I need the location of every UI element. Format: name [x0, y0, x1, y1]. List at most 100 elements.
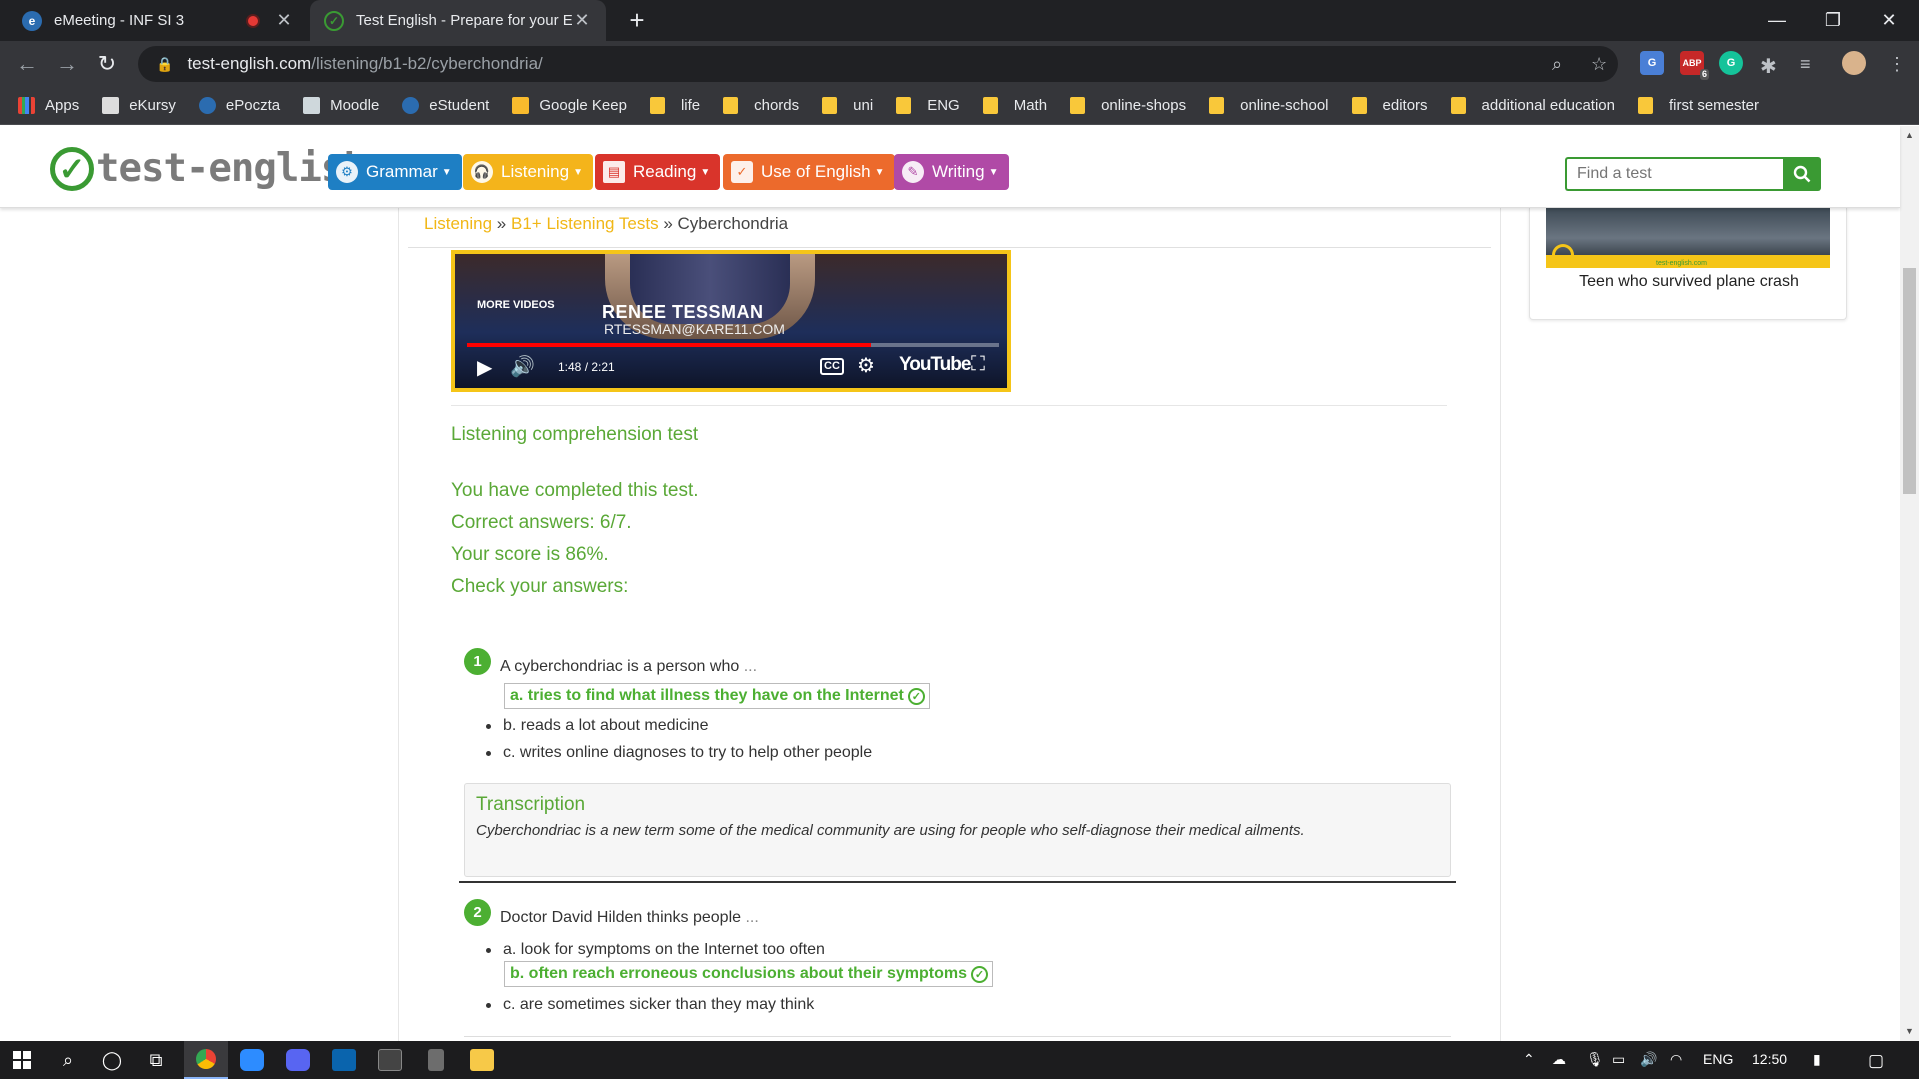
- nav-writing[interactable]: ✎ Writing ▼: [894, 154, 1009, 190]
- nav-listening[interactable]: 🎧 Listening ▼: [463, 154, 593, 190]
- bookmark-star-icon[interactable]: ☆: [1591, 54, 1607, 75]
- minimize-button[interactable]: —: [1749, 0, 1805, 41]
- onedrive-icon[interactable]: ☁: [1552, 1051, 1566, 1068]
- search-input[interactable]: [1565, 157, 1784, 191]
- close-icon[interactable]: ✕: [572, 10, 592, 31]
- search-button[interactable]: [1783, 157, 1821, 191]
- bullet-icon: [486, 723, 491, 729]
- question-text: Doctor David Hilden thinks people ...: [500, 909, 759, 927]
- menu-kebab-icon[interactable]: ⋮: [1888, 54, 1906, 75]
- breadcrumb-link-b1-tests[interactable]: B1+ Listening Tests: [511, 214, 659, 233]
- nav-label: Listening: [501, 162, 570, 181]
- bookmark-label: online-school: [1240, 97, 1329, 114]
- url-host: test-english.com: [187, 54, 312, 73]
- close-icon[interactable]: ✕: [274, 10, 294, 31]
- notifications-icon[interactable]: ▢: [1868, 1051, 1884, 1071]
- tab-test-english[interactable]: ✓ Test English - Prepare for your En ✕: [310, 0, 606, 41]
- zoom-icon[interactable]: ⌕: [1552, 54, 1562, 75]
- related-test-card[interactable]: test-english.com Teen who survived plane…: [1529, 208, 1847, 320]
- video-player[interactable]: MORE VIDEOS RENEE TESSMAN RTESSMAN@KARE1…: [451, 250, 1011, 392]
- video-progress-bar[interactable]: [467, 343, 999, 347]
- windows-start-icon[interactable]: [0, 1041, 44, 1079]
- search-icon[interactable]: ⌕: [46, 1041, 90, 1079]
- back-button[interactable]: ←: [12, 49, 42, 79]
- volume-icon[interactable]: 🔊: [1640, 1051, 1657, 1068]
- bookmark-folder-additional-education[interactable]: additional education: [1450, 97, 1615, 114]
- captions-icon[interactable]: CC: [820, 358, 844, 375]
- bookmark-ekursy[interactable]: eKursy: [102, 97, 176, 114]
- restore-button[interactable]: ❐: [1805, 0, 1861, 41]
- grammarly-extension-icon[interactable]: G: [1719, 51, 1743, 75]
- cortana-icon[interactable]: ◯: [90, 1041, 134, 1079]
- bookmark-estudent[interactable]: eStudent: [402, 97, 489, 114]
- terminal-taskbar-icon[interactable]: [368, 1041, 412, 1079]
- battery-icon[interactable]: ▭: [1612, 1051, 1625, 1068]
- epoczta-favicon-icon: [198, 97, 216, 114]
- site-logo[interactable]: ✓ test-english: [50, 146, 367, 191]
- calculator-taskbar-icon[interactable]: [414, 1041, 458, 1079]
- reload-button[interactable]: ↻: [92, 49, 122, 79]
- bookmark-folder-editors[interactable]: editors: [1351, 97, 1428, 114]
- mail-taskbar-icon[interactable]: [322, 1041, 366, 1079]
- page-scrollbar[interactable]: ▲ ▼: [1900, 126, 1919, 1041]
- volume-icon[interactable]: 🔊: [510, 354, 535, 379]
- language-indicator[interactable]: ENG: [1703, 1051, 1733, 1067]
- site-header: ✓ test-english ⚙ Grammar ▼ 🎧 Listening ▼ ▤ Re…: [0, 126, 1900, 208]
- question-number-badge: 2: [464, 899, 491, 926]
- bookmark-folder-chords[interactable]: chords: [723, 97, 799, 114]
- related-test-title[interactable]: Teen who survived plane crash: [1530, 273, 1848, 291]
- new-tab-button[interactable]: +: [622, 5, 652, 35]
- task-view-icon[interactable]: ⧉: [134, 1041, 178, 1079]
- tray-overflow-icon[interactable]: ⌃: [1523, 1051, 1535, 1068]
- file-explorer-taskbar-icon[interactable]: [460, 1041, 504, 1079]
- clock[interactable]: 12:50: [1752, 1051, 1787, 1067]
- wifi-icon[interactable]: ◠: [1670, 1051, 1682, 1068]
- nav-label: Grammar: [366, 162, 438, 181]
- profile-avatar[interactable]: [1842, 51, 1866, 75]
- fullscreen-icon[interactable]: ⛶: [971, 353, 985, 376]
- bookmark-moodle[interactable]: Moodle: [303, 97, 379, 114]
- scroll-up-icon[interactable]: ▲: [1900, 130, 1919, 140]
- adblock-extension-icon[interactable]: ABP 6: [1680, 51, 1709, 80]
- bookmark-folder-life[interactable]: life: [649, 97, 701, 114]
- close-window-button[interactable]: ✕: [1861, 0, 1917, 41]
- bookmark-label: chords: [754, 97, 800, 114]
- bookmark-label: life: [680, 97, 701, 114]
- translate-extension-icon[interactable]: G: [1640, 51, 1664, 75]
- settings-gear-icon[interactable]: ⚙: [857, 353, 875, 378]
- show-desktop-icon[interactable]: ▮: [1813, 1051, 1821, 1068]
- forward-button[interactable]: →: [52, 49, 82, 79]
- address-bar[interactable]: 🔒 test-english.com/listening/b1-b2/cyber…: [138, 46, 1618, 82]
- discord-taskbar-icon[interactable]: [276, 1041, 320, 1079]
- nav-use-of-english[interactable]: ✓ Use of English ▼: [723, 154, 895, 190]
- score-text: Your score is 86%.: [451, 544, 609, 565]
- zoom-taskbar-icon[interactable]: [230, 1041, 274, 1079]
- bookmark-folder-online-shops[interactable]: online-shops: [1070, 97, 1186, 114]
- bookmark-folder-online-school[interactable]: online-school: [1209, 97, 1329, 114]
- extensions-puzzle-icon[interactable]: ✱: [1760, 54, 1777, 79]
- youtube-logo[interactable]: YouTube: [899, 354, 971, 376]
- tab-emeeting[interactable]: e eMeeting - INF SI 3 ✕: [8, 0, 308, 41]
- nav-reading[interactable]: ▤ Reading ▼: [595, 154, 721, 190]
- bookmark-apps[interactable]: Apps: [18, 97, 79, 114]
- folder-icon: [1209, 97, 1225, 114]
- more-videos-button[interactable]: MORE VIDEOS: [477, 299, 555, 311]
- chrome-taskbar-icon[interactable]: [184, 1041, 228, 1079]
- bookmark-google-keep[interactable]: Google Keep: [512, 97, 627, 114]
- bookmark-folder-uni[interactable]: uni: [822, 97, 873, 114]
- video-progress-fill: [467, 343, 872, 347]
- media-control-icon[interactable]: ≡: [1800, 54, 1811, 75]
- answer-option: a. look for symptoms on the Internet too…: [486, 941, 825, 959]
- question-number-badge: 1: [464, 648, 491, 675]
- microphone-icon[interactable]: 🎙: [1586, 1051, 1604, 1068]
- bookmark-folder-math[interactable]: Math: [982, 97, 1047, 114]
- breadcrumb-link-listening[interactable]: Listening: [424, 214, 492, 233]
- scrollbar-thumb[interactable]: [1903, 268, 1916, 494]
- play-icon[interactable]: ▶: [477, 355, 492, 380]
- bookmark-folder-eng[interactable]: ENG: [896, 97, 960, 114]
- check-circle-icon: ✓: [907, 687, 925, 705]
- scroll-down-icon[interactable]: ▼: [1900, 1026, 1919, 1036]
- bookmark-folder-first-semester[interactable]: first semester: [1638, 97, 1759, 114]
- bookmark-epoczta[interactable]: ePoczta: [198, 97, 280, 114]
- nav-grammar[interactable]: ⚙ Grammar ▼: [328, 154, 462, 190]
